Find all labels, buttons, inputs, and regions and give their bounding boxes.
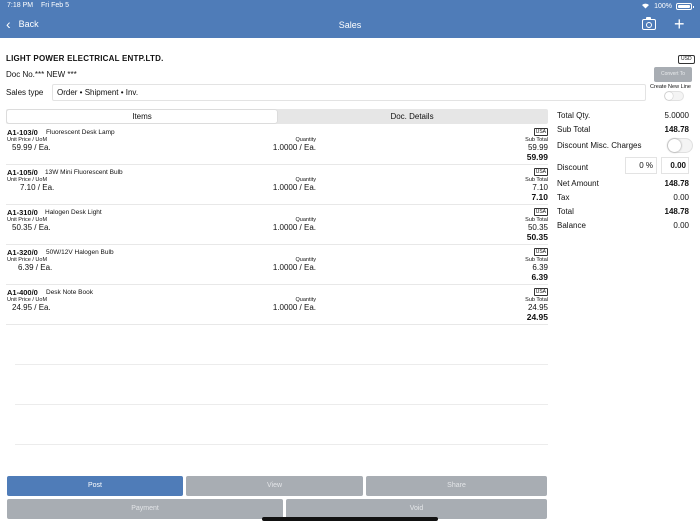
convert-button[interactable]: Convert To [654, 67, 692, 82]
item-code: A1-103/0 [7, 128, 38, 137]
total-qty-value: 5.0000 [664, 111, 689, 120]
total-row: Total 148.78 [557, 205, 689, 219]
quantity: 1.0000 / Ea. [272, 223, 316, 232]
status-bar: 7:18 PM Fri Feb 5 100% [0, 0, 700, 12]
status-time: 7:18 PM [7, 2, 34, 9]
unit-price: 59.99 / Ea. [12, 143, 51, 152]
item-description: Halogen Desk Light [45, 209, 102, 216]
sub-total-row: Sub Total 148.78 [557, 123, 689, 137]
battery-percent: 100% [654, 3, 672, 10]
unit-price: 6.39 / Ea. [18, 263, 53, 272]
balance-value: 0.00 [673, 221, 689, 230]
quantity: 1.0000 / Ea. [272, 303, 316, 312]
discount-percent-value: 0 [639, 161, 644, 170]
item-total: 50.35 [526, 232, 548, 242]
item-description: Fluorescent Desk Lamp [46, 129, 115, 136]
add-icon[interactable]: + [674, 14, 685, 34]
item-sub-total: 24.95 [527, 303, 548, 312]
company-name: LIGHT POWER ELECTRICAL ENTP.LTD. [6, 54, 164, 63]
origin-badge: USA [533, 248, 548, 256]
divider [15, 364, 548, 365]
create-new-line-toggle[interactable] [664, 91, 684, 101]
unit-price: 7.10 / Ea. [20, 183, 55, 192]
doc-number: Doc No.*** NEW *** [6, 70, 77, 79]
total-value: 148.78 [664, 207, 689, 216]
total-qty-row: Total Qty. 5.0000 [557, 109, 689, 123]
item-total: 24.95 [526, 312, 548, 322]
percent-sign: % [645, 161, 653, 170]
item-code: A1-320/0 [7, 248, 38, 257]
net-amount-value: 148.78 [664, 179, 689, 188]
payment-button[interactable]: Payment [7, 499, 283, 519]
void-button[interactable]: Void [286, 499, 547, 519]
misc-charges-toggle[interactable] [667, 138, 693, 153]
currency-badge: USD [678, 55, 695, 64]
item-description: Desk Note Book [46, 289, 93, 296]
net-amount-label: Net Amount [557, 179, 599, 188]
divider [15, 404, 548, 405]
misc-charges-label: Discount Misc. Charges [557, 141, 642, 150]
wifi-icon [641, 2, 650, 11]
list-item[interactable]: A1-103/0 Fluorescent Desk Lamp Unit Pric… [6, 125, 548, 165]
sales-type-field[interactable]: Order • Shipment • Inv. [52, 84, 646, 101]
item-total: 6.39 [531, 272, 548, 282]
quantity: 1.0000 / Ea. [272, 263, 316, 272]
status-date: Fri Feb 5 [41, 2, 70, 9]
segment-tabs: Items Doc. Details [6, 109, 548, 124]
back-button[interactable]: ‹ Back [6, 17, 39, 31]
tax-row: Tax 0.00 [557, 191, 689, 205]
create-new-line-label: Create New Line [650, 84, 691, 90]
item-total: 7.10 [531, 192, 548, 202]
item-code: A1-105/0 [7, 168, 38, 177]
item-description: 13W Mini Fluorescent Bulb [45, 169, 123, 176]
quantity: 1.0000 / Ea. [272, 143, 316, 152]
balance-row: Balance 0.00 [557, 219, 689, 233]
item-sub-total: 59.99 [527, 143, 548, 152]
unit-price: 24.95 / Ea. [12, 303, 51, 312]
divider [15, 444, 548, 445]
discount-label: Discount [557, 163, 589, 172]
view-button[interactable]: View [186, 476, 363, 496]
sub-total-label: Sub Total [557, 125, 591, 134]
list-item[interactable]: A1-320/0 50W/12V Halogen Bulb Unit Price… [6, 245, 548, 285]
origin-badge: USA [533, 288, 548, 296]
battery-icon [676, 3, 694, 10]
item-sub-total: 7.10 [532, 183, 548, 192]
sub-total-value: 148.78 [664, 125, 689, 134]
tax-label: Tax [557, 193, 570, 202]
origin-badge: USA [533, 168, 548, 176]
camera-icon[interactable] [642, 17, 656, 30]
share-button[interactable]: Share [366, 476, 547, 496]
origin-badge: USA [533, 128, 548, 136]
page-title: Sales [338, 20, 362, 30]
post-button[interactable]: Post [7, 476, 183, 496]
tax-value: 0.00 [673, 193, 689, 202]
discount-percent-field[interactable]: 0 % [625, 157, 657, 174]
nav-bar: ‹ Back Sales + [0, 12, 700, 38]
item-code: A1-310/0 [7, 208, 38, 217]
back-label: Back [18, 19, 39, 29]
item-sub-total: 6.39 [532, 263, 548, 272]
item-sub-total: 50.35 [527, 223, 548, 232]
home-indicator [262, 517, 438, 521]
tab-items[interactable]: Items [7, 110, 277, 123]
list-item[interactable]: A1-105/0 13W Mini Fluorescent Bulb Unit … [6, 165, 548, 205]
balance-label: Balance [557, 221, 586, 230]
items-list: A1-103/0 Fluorescent Desk Lamp Unit Pric… [6, 125, 548, 325]
unit-price: 50.35 / Ea. [12, 223, 51, 232]
item-total: 59.99 [526, 152, 548, 162]
list-item[interactable]: A1-400/0 Desk Note Book Unit Price / UoM… [6, 285, 548, 325]
tab-doc-details[interactable]: Doc. Details [277, 110, 547, 123]
discount-amount-field[interactable]: 0.00 [661, 157, 689, 174]
net-amount-row: Net Amount 148.78 [557, 177, 689, 191]
origin-badge: USA [533, 208, 548, 216]
total-label: Total [557, 207, 574, 216]
item-code: A1-400/0 [7, 288, 38, 297]
quantity: 1.0000 / Ea. [272, 183, 316, 192]
item-description: 50W/12V Halogen Bulb [46, 249, 114, 256]
list-item[interactable]: A1-310/0 Halogen Desk Light Unit Price /… [6, 205, 548, 245]
total-qty-label: Total Qty. [557, 111, 591, 120]
chevron-left-icon: ‹ [6, 16, 11, 32]
sales-type-label: Sales type [6, 88, 44, 97]
